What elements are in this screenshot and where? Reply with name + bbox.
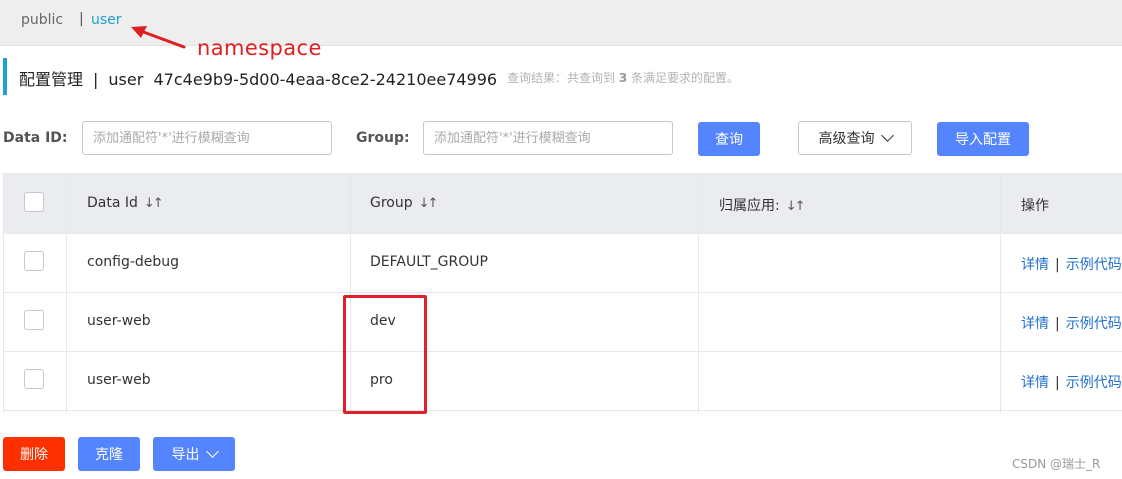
row-operations: 详情 | 示例代码: [1021, 372, 1122, 392]
row-operations: 详情 | 示例代码: [1021, 254, 1122, 274]
query-result-text: 查询结果：共查询到 3 条满足要求的配置。: [507, 69, 739, 86]
ops-separator: |: [1055, 257, 1060, 273]
table-row: user-web dev 详情 | 示例代码: [4, 293, 1122, 352]
detail-link[interactable]: 详情: [1021, 316, 1049, 332]
config-table: Data Id ↓↑ Group ↓↑ 归属应用: ↓↑ 操作 config-debu…: [3, 173, 1122, 413]
result-prefix: 查询结果：共查询到: [507, 71, 616, 85]
ops-separator: |: [1055, 316, 1060, 332]
column-divider: [66, 174, 67, 413]
row-group: DEFAULT_GROUP: [370, 254, 488, 270]
detail-link[interactable]: 详情: [1021, 257, 1049, 273]
title-namespace-name: user: [108, 70, 144, 89]
row-data-id: user-web: [87, 313, 151, 329]
select-all-checkbox[interactable]: [24, 192, 44, 212]
column-data-id-label: Data Id: [87, 195, 138, 211]
sort-icon[interactable]: ↓↑: [419, 196, 439, 211]
sample-code-link[interactable]: 示例代码: [1066, 316, 1122, 332]
column-divider: [1000, 174, 1001, 413]
table-row: user-web pro 详情 | 示例代码: [4, 352, 1122, 411]
advanced-query-button[interactable]: 高级查询: [798, 121, 912, 155]
row-data-id: config-debug: [87, 254, 180, 270]
row-checkbox[interactable]: [24, 251, 44, 271]
column-group-label: Group: [370, 195, 413, 211]
namespace-separator: |: [79, 11, 84, 27]
clone-button[interactable]: 克隆: [78, 437, 140, 471]
watermark: CSDN @瑞士_R: [1012, 457, 1101, 471]
sort-icon[interactable]: ↓↑: [786, 199, 806, 214]
result-suffix: 条满足要求的配置。: [631, 71, 740, 85]
table-header: Data Id ↓↑ Group ↓↑ 归属应用: ↓↑ 操作: [4, 174, 1122, 234]
column-header-group[interactable]: Group ↓↑: [370, 195, 439, 211]
annotation-label: namespace: [197, 36, 322, 60]
title-separator: |: [93, 70, 99, 89]
row-data-id: user-web: [87, 372, 151, 388]
ops-separator: |: [1055, 375, 1060, 391]
delete-button-label: 删除: [20, 447, 48, 463]
delete-button[interactable]: 删除: [3, 437, 65, 471]
title-prefix: 配置管理: [19, 70, 84, 89]
data-id-label: Data ID:: [3, 130, 68, 146]
clone-button-label: 克隆: [95, 447, 123, 463]
query-button[interactable]: 查询: [698, 122, 760, 156]
detail-link[interactable]: 详情: [1021, 375, 1049, 391]
page-title: 配置管理 | user 47c4e9b9-5d00-4eaa-8ce2-24210e…: [19, 66, 497, 90]
group-label: Group:: [356, 130, 410, 146]
sort-icon[interactable]: ↓↑: [144, 196, 164, 211]
row-checkbox[interactable]: [24, 369, 44, 389]
sample-code-link[interactable]: 示例代码: [1066, 257, 1122, 273]
import-config-label: 导入配置: [955, 132, 1011, 148]
column-header-data-id[interactable]: Data Id ↓↑: [87, 195, 164, 211]
data-id-input[interactable]: [82, 121, 332, 155]
export-button[interactable]: 导出: [153, 437, 235, 471]
annotation-highlight-box: [343, 295, 427, 414]
annotation-arrow-icon: [131, 26, 186, 49]
sample-code-link[interactable]: 示例代码: [1066, 375, 1122, 391]
row-operations: 详情 | 示例代码: [1021, 313, 1122, 333]
group-input[interactable]: [423, 121, 673, 155]
query-button-label: 查询: [715, 132, 743, 148]
row-checkbox[interactable]: [24, 310, 44, 330]
column-app-label: 归属应用:: [719, 198, 780, 214]
result-count: 3: [618, 71, 628, 85]
import-config-button[interactable]: 导入配置: [937, 122, 1029, 156]
column-header-app[interactable]: 归属应用: ↓↑: [719, 195, 806, 215]
table-row: config-debug DEFAULT_GROUP 详情 | 示例代码: [4, 234, 1122, 293]
namespace-user[interactable]: user: [91, 12, 122, 28]
advanced-query-label: 高级查询: [818, 131, 875, 147]
column-header-ops: 操作: [1021, 198, 1049, 214]
title-namespace-id: 47c4e9b9-5d00-4eaa-8ce2-24210ee74996: [153, 70, 498, 89]
export-button-label: 导出: [171, 447, 200, 463]
title-accent-bar: [3, 58, 7, 95]
column-divider: [698, 174, 699, 413]
chevron-down-icon: [880, 129, 894, 142]
chevron-down-icon: [205, 445, 219, 458]
namespace-public[interactable]: public: [21, 12, 63, 28]
